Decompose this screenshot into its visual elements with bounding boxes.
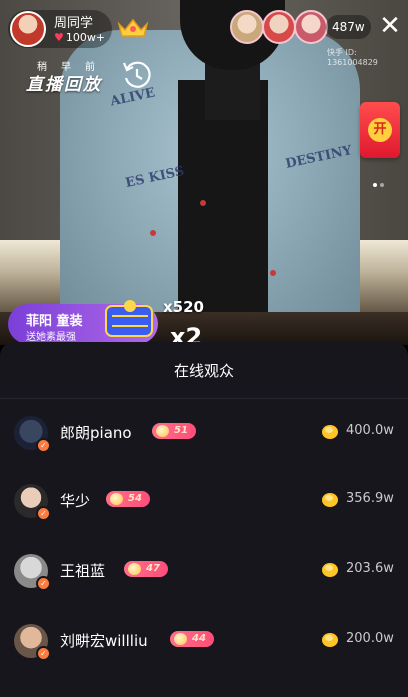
red-envelope-coin[interactable]: 开 bbox=[368, 118, 392, 142]
coin-icon bbox=[322, 633, 338, 647]
level-badge: 44 bbox=[170, 631, 214, 647]
sheet-title: 在线观众 bbox=[173, 362, 234, 380]
level-number: 54 bbox=[128, 493, 142, 504]
sheet-divider bbox=[0, 398, 408, 399]
audience-name: 华少 bbox=[60, 492, 91, 510]
level-number: 51 bbox=[174, 425, 188, 436]
level-badge: 54 bbox=[106, 491, 150, 507]
gift-message: 送她素最强 bbox=[26, 332, 76, 343]
replay-icon[interactable] bbox=[120, 58, 154, 92]
audience-avatar[interactable]: ✓ bbox=[14, 624, 51, 661]
close-icon[interactable]: ✕ bbox=[376, 12, 404, 40]
level-icon bbox=[174, 633, 187, 645]
gift-icon bbox=[105, 300, 153, 337]
audience-name: 王祖蓝 bbox=[60, 562, 106, 580]
gift-sender: 菲阳 童装 bbox=[26, 314, 83, 329]
host-likes-count: 100w+ bbox=[65, 31, 106, 44]
viewer-avatar[interactable] bbox=[262, 10, 296, 44]
crown-badge-icon[interactable] bbox=[116, 16, 150, 40]
level-badge: 51 bbox=[152, 423, 196, 439]
audience-row[interactable]: ✓ 刘畊宏willliu 44 200.0w bbox=[0, 610, 408, 676]
contribution-value: 203.6w bbox=[346, 561, 394, 576]
paint-splat bbox=[150, 230, 156, 236]
gift-count: x520 bbox=[163, 298, 204, 316]
coin-icon bbox=[322, 493, 338, 507]
carousel-dot bbox=[380, 183, 384, 187]
contribution-value: 356.9w bbox=[346, 491, 394, 506]
host-avatar[interactable] bbox=[10, 11, 46, 47]
carousel-dots bbox=[373, 172, 387, 191]
audience-row[interactable]: ✓ 华少 54 356.9w bbox=[0, 470, 408, 536]
audience-avatar[interactable]: ✓ bbox=[14, 484, 51, 521]
host-likes: ♥ 100w+ bbox=[54, 31, 105, 44]
host-name: 周同学 bbox=[54, 16, 94, 31]
kuaishou-id: 快手 ID: 1361004829 bbox=[327, 48, 378, 67]
audience-name: 郎朗piano bbox=[60, 424, 132, 442]
level-icon bbox=[110, 493, 123, 505]
audience-avatar[interactable]: ✓ bbox=[14, 554, 51, 591]
audience-name: 刘畊宏willliu bbox=[60, 632, 148, 650]
viewer-avatar[interactable] bbox=[294, 10, 328, 44]
verified-badge-icon: ✓ bbox=[36, 438, 51, 453]
level-badge: 47 bbox=[124, 561, 168, 577]
audience-row[interactable]: ✓ 王祖蓝 47 203.6w bbox=[0, 540, 408, 606]
heart-icon: ♥ bbox=[54, 31, 64, 44]
paint-splat bbox=[200, 200, 206, 206]
audience-row[interactable]: ✓ 郎朗piano 51 400.0w bbox=[0, 402, 408, 468]
level-number: 47 bbox=[146, 563, 160, 574]
viewer-count[interactable]: 487w bbox=[326, 15, 371, 39]
contribution-value: 400.0w bbox=[346, 423, 394, 438]
replay-title: 直播回放 bbox=[26, 75, 102, 95]
carousel-dot-active bbox=[373, 183, 377, 187]
verified-badge-icon: ✓ bbox=[36, 646, 51, 661]
level-icon bbox=[128, 563, 141, 575]
viewer-avatar[interactable] bbox=[230, 10, 264, 44]
contribution-value: 200.0w bbox=[346, 631, 394, 646]
level-icon bbox=[156, 425, 169, 437]
paint-splat bbox=[270, 270, 276, 276]
level-number: 44 bbox=[192, 633, 206, 644]
audience-avatar[interactable]: ✓ bbox=[14, 416, 51, 453]
verified-badge-icon: ✓ bbox=[36, 576, 51, 591]
verified-badge-icon: ✓ bbox=[36, 506, 51, 521]
coin-icon bbox=[322, 563, 338, 577]
coin-icon bbox=[322, 425, 338, 439]
